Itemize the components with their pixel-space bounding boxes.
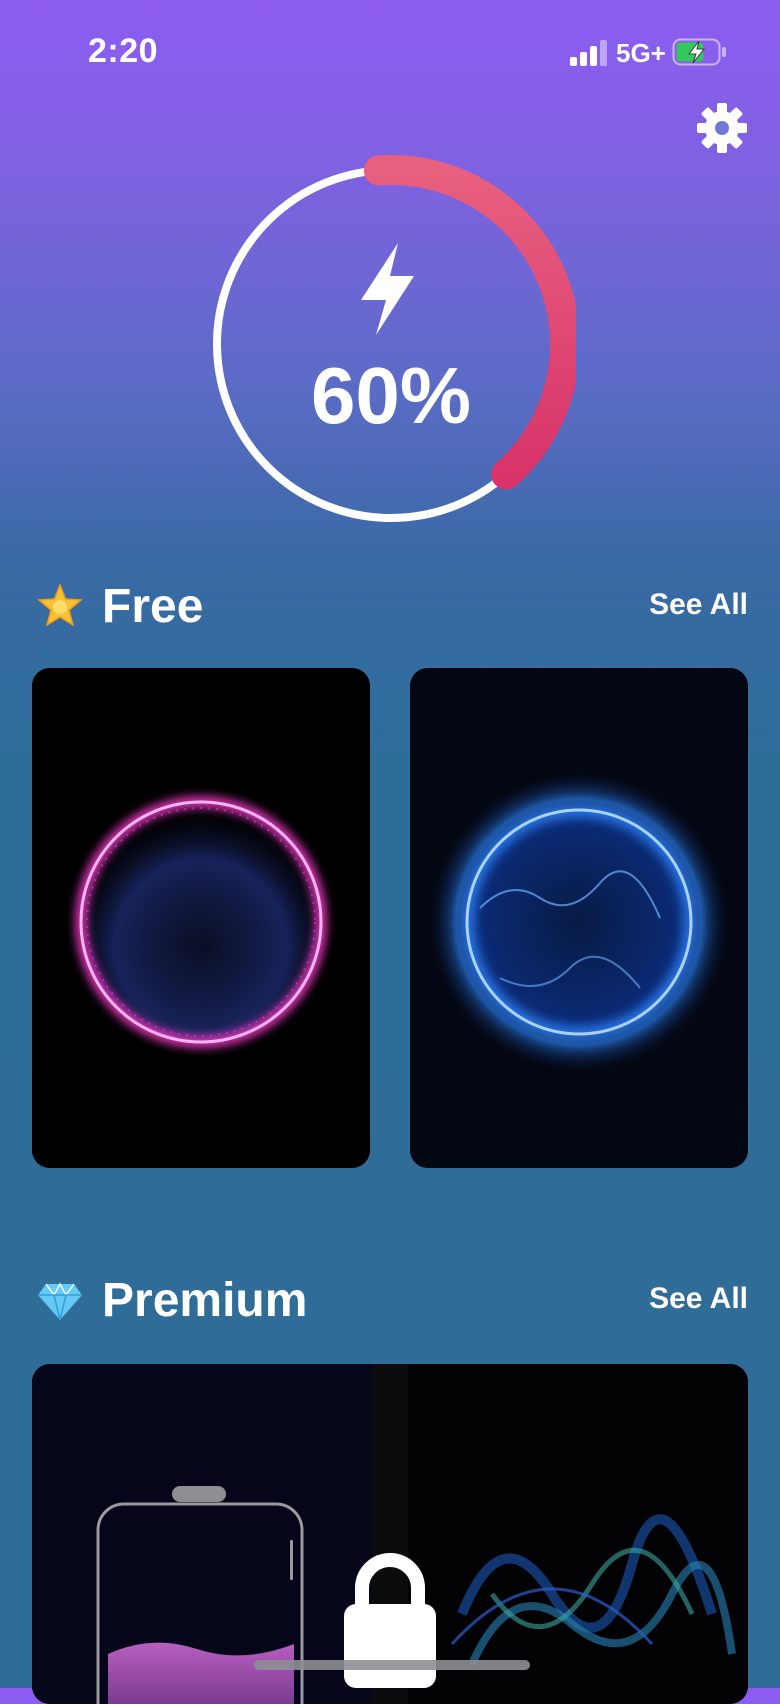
free-wallpaper-pink-ring[interactable]	[32, 668, 370, 1168]
bolt-icon	[361, 243, 414, 335]
battery-gauge	[213, 155, 576, 522]
free-section-title: Free	[102, 579, 204, 633]
free-see-all-link[interactable]: See All	[649, 588, 748, 622]
blue-ring-preview	[410, 668, 748, 1168]
pink-ring-preview	[32, 668, 370, 1168]
status-bar: 2:20 5G+	[0, 0, 780, 100]
premium-section-header: Premium	[36, 1270, 307, 1330]
premium-section-title: Premium	[102, 1273, 308, 1327]
battery-charging-icon	[672, 38, 726, 66]
clock-time: 2:20	[88, 32, 159, 70]
free-wallpaper-blue-ring[interactable]	[410, 668, 748, 1168]
settings-gear-icon[interactable]	[696, 102, 748, 154]
home-indicator[interactable]	[254, 1660, 530, 1670]
network-type: 5G+	[616, 38, 666, 68]
star-emoji-icon	[37, 582, 83, 627]
gem-emoji-icon	[38, 1282, 82, 1321]
battery-percentage: 60%	[310, 351, 472, 440]
signal-icon	[570, 40, 610, 66]
premium-see-all-link[interactable]: See All	[649, 1282, 748, 1316]
free-section-header: Free	[36, 576, 203, 636]
